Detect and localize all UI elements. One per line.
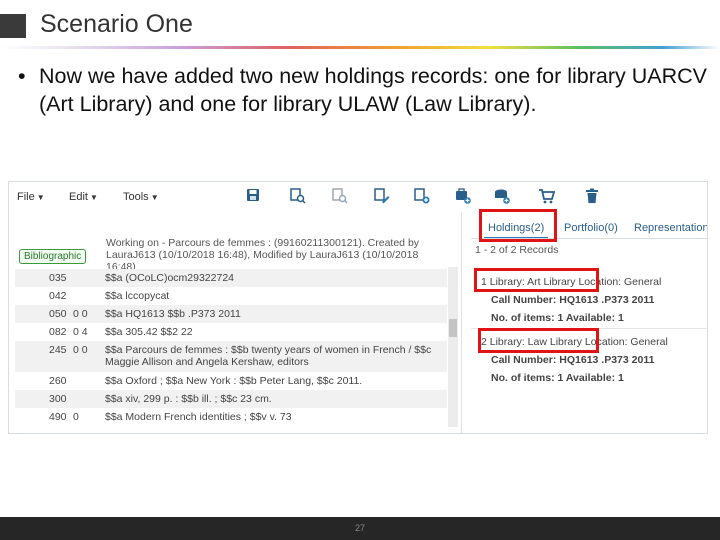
marc-tag: 300 xyxy=(49,393,67,405)
marc-tag: 035 xyxy=(49,272,67,284)
search-record-icon[interactable] xyxy=(289,188,307,206)
marc-value: $$a lccopycat xyxy=(105,290,170,302)
marc-indicators: 0 xyxy=(73,411,79,423)
marc-row[interactable]: 042 $$a lccopycat xyxy=(15,287,447,305)
slide-title: Scenario One xyxy=(40,10,193,38)
title-square-decoration xyxy=(0,14,26,38)
rainbow-divider xyxy=(0,46,720,49)
working-on-info: Working on - Parcours de femmes : (99160… xyxy=(106,237,420,273)
panel-divider[interactable] xyxy=(461,212,462,433)
chevron-down-icon: ▼ xyxy=(150,193,159,202)
marc-row[interactable]: 260 $$a Oxford ; $$a New York : $$b Pete… xyxy=(15,372,447,390)
bullet-dot-icon: • xyxy=(18,64,26,88)
marc-tag: 260 xyxy=(49,375,67,387)
edit-menu-label: Edit xyxy=(69,191,88,203)
chevron-down-icon: ▼ xyxy=(36,193,45,202)
marc-row[interactable]: 082 0 4 $$a 305.42 $$2 22 xyxy=(15,323,447,341)
alma-metadata-editor-screenshot: File ▼ Edit ▼ Tools ▼ Bibliographic Working… xyxy=(8,181,708,434)
tools-menu-label: Tools xyxy=(123,191,149,203)
tools-menu[interactable]: Tools ▼ xyxy=(123,191,159,203)
marc-row[interactable]: 035 $$a (OCoLC)ocm29322724 xyxy=(15,269,447,287)
holding-2-items: No. of items: 1 Available: 1 xyxy=(491,372,624,384)
marc-row[interactable]: 300 $$a xiv, 299 p. : $$b ill. ; $$c 23 … xyxy=(15,390,447,408)
marc-value: $$a HQ1613 $$b .P373 2011 xyxy=(105,308,241,320)
highlight-box-law-library xyxy=(478,328,599,353)
editor-toolbar: File ▼ Edit ▼ Tools ▼ xyxy=(9,182,466,212)
bibliographic-badge[interactable]: Bibliographic xyxy=(19,249,87,264)
marc-value: $$a Parcours de femmes : $$b twenty year… xyxy=(105,344,432,368)
marc-row[interactable]: 245 0 0 $$a Parcours de femmes : $$b twe… xyxy=(15,341,447,372)
file-menu-label: File xyxy=(17,191,35,203)
marc-value: $$a (OCoLC)ocm29322724 xyxy=(105,272,234,284)
marc-tag: 245 xyxy=(49,344,67,356)
cart-icon[interactable] xyxy=(537,188,555,206)
record-scrollbar[interactable] xyxy=(448,267,458,427)
edit-pencil-icon[interactable] xyxy=(373,188,391,206)
marc-tag: 082 xyxy=(49,326,67,338)
holding-1-items: No. of items: 1 Available: 1 xyxy=(491,312,624,324)
highlight-box-art-library xyxy=(474,268,599,292)
marc-indicators: 0 0 xyxy=(73,344,88,356)
marc-indicators: 0 4 xyxy=(73,326,88,338)
marc-tag: 050 xyxy=(49,308,67,320)
search-record-alt-icon[interactable] xyxy=(331,188,349,206)
add-holdings-icon[interactable] xyxy=(454,188,472,206)
marc-value: $$a xiv, 299 p. : $$b ill. ; $$c 23 cm. xyxy=(105,393,272,405)
page-number: 27 xyxy=(354,523,365,533)
file-menu[interactable]: File ▼ xyxy=(17,191,45,203)
chevron-down-icon: ▼ xyxy=(89,193,98,202)
bullet-text: Now we have added two new holdings recor… xyxy=(39,64,708,116)
save-icon[interactable] xyxy=(244,188,262,206)
add-record-icon[interactable] xyxy=(413,188,431,206)
highlight-box-holdings-tab xyxy=(479,209,557,242)
add-order-icon[interactable] xyxy=(493,188,511,206)
marc-indicators: 0 0 xyxy=(73,308,88,320)
tab-representation[interactable]: Representation xyxy=(630,217,707,239)
tab-portfolio[interactable]: Portfolio(0) xyxy=(560,217,622,239)
marc-value: $$a 305.42 $$2 22 xyxy=(105,326,193,338)
marc-row[interactable]: 490 0 $$a Modern French identities ; $$v… xyxy=(15,408,447,426)
marc-value: $$a Oxford ; $$a New York : $$b Peter La… xyxy=(105,375,363,387)
holding-2-call-number: Call Number: HQ1613 .P373 2011 xyxy=(491,354,655,366)
bullet-point: • Now we have added two new holdings rec… xyxy=(18,62,708,118)
marc-record-list: 035 $$a (OCoLC)ocm29322724 042 $$a lccop… xyxy=(15,269,447,426)
marc-tag: 042 xyxy=(49,290,67,302)
scrollbar-thumb[interactable] xyxy=(449,319,457,337)
marc-tag: 490 xyxy=(49,411,67,423)
edit-menu[interactable]: Edit ▼ xyxy=(69,191,98,203)
holding-1-call-number: Call Number: HQ1613 .P373 2011 xyxy=(491,294,655,306)
marc-value: $$a Modern French identities ; $$v v. 73 xyxy=(105,411,292,423)
marc-row[interactable]: 050 0 0 $$a HQ1613 $$b .P373 2011 xyxy=(15,305,447,323)
record-count: 1 - 2 of 2 Records xyxy=(475,244,559,256)
delete-icon[interactable] xyxy=(583,188,601,206)
